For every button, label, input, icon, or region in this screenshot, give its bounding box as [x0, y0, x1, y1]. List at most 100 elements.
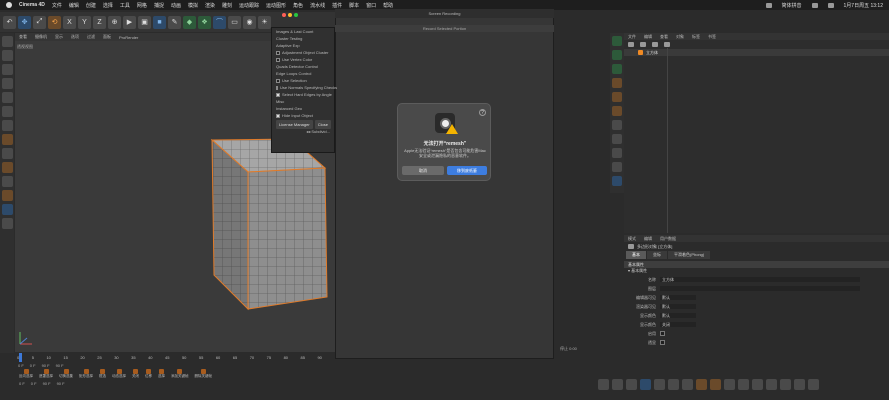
frame-field[interactable]: 0 F — [18, 363, 24, 368]
axis-x-icon[interactable]: X — [63, 15, 76, 29]
attribute-field[interactable]: 默认 — [660, 295, 696, 300]
light-icon[interactable]: ☀ — [258, 15, 271, 29]
dropdown-item[interactable]: Quads Detector Control — [272, 63, 334, 70]
tab-phong[interactable]: 平滑着色(Phong) — [668, 251, 711, 259]
menu-item[interactable]: 插件 — [332, 2, 342, 9]
array-icon[interactable]: ❖ — [198, 15, 211, 29]
tab-basic[interactable]: 基本 — [626, 251, 646, 259]
solo-icon[interactable] — [1, 204, 13, 215]
input-method[interactable]: 简体拼音 — [782, 2, 802, 9]
next-frame-icon[interactable] — [654, 378, 665, 390]
dropdown-item[interactable]: Use Selection — [272, 77, 334, 84]
subsection-header[interactable]: ▾ 基本属性 — [628, 268, 889, 274]
sphere-icon[interactable] — [612, 64, 622, 74]
rotation-key-icon[interactable] — [752, 378, 763, 390]
dropdown-item[interactable]: Cluster Testing — [272, 35, 334, 42]
render-icon[interactable]: ▶ — [123, 15, 136, 29]
menu-item[interactable]: 创建 — [86, 2, 96, 9]
deformer-icon[interactable]: ⌒ — [213, 15, 226, 29]
mograph-icon[interactable] — [612, 78, 622, 88]
checkbox-unchecked[interactable] — [276, 85, 278, 90]
checkbox-checked[interactable] — [276, 92, 280, 97]
zoom-window-icon[interactable] — [294, 13, 298, 17]
close-window-icon[interactable] — [282, 13, 286, 17]
clock[interactable]: 1月7日周五 13:12 — [844, 2, 883, 9]
go-end-icon[interactable] — [682, 378, 693, 390]
dynamics-icon[interactable] — [612, 134, 622, 144]
dropdown-item[interactable]: Select Hard Edges by Angle — [272, 91, 334, 98]
attributes-menu-item[interactable]: 编辑 — [644, 236, 652, 242]
shortcut-button[interactable]: 遮罩选择 — [37, 369, 55, 380]
menu-app-name[interactable]: Cinema 4D — [19, 2, 45, 8]
points-mode-icon[interactable] — [1, 64, 13, 75]
menu-item[interactable]: 脚本 — [349, 2, 359, 9]
object-row[interactable]: 立方体 — [624, 49, 889, 56]
record-icon[interactable] — [696, 378, 707, 390]
dropdown-item[interactable]: Adjustment Object Cluster — [272, 49, 334, 56]
xpresso-icon[interactable] — [612, 120, 622, 130]
frame-field[interactable]: 90 F — [56, 363, 64, 368]
expand-icon[interactable] — [664, 42, 670, 47]
viewport-menu-item[interactable]: 选项 — [71, 34, 79, 40]
menu-item[interactable]: 文件 — [52, 2, 62, 9]
menu-item[interactable]: 模拟 — [188, 2, 198, 9]
objects-menu-item[interactable]: 书签 — [708, 34, 716, 40]
planar-workplane-icon[interactable] — [1, 176, 13, 187]
go-start-icon[interactable] — [598, 378, 609, 390]
scale-key-icon[interactable] — [766, 378, 777, 390]
world-icon[interactable]: ⊕ — [108, 15, 121, 29]
viewport-menu-item[interactable]: ProRender — [119, 35, 138, 40]
rotate-icon[interactable]: ⟲ — [48, 15, 61, 29]
minimize-window-icon[interactable] — [288, 13, 292, 17]
dropdown-item[interactable]: Misc — [272, 98, 334, 105]
material-icon[interactable] — [612, 50, 622, 60]
undo-icon[interactable]: ↶ — [3, 15, 16, 29]
menu-item[interactable]: 捕捉 — [154, 2, 164, 9]
cube-icon[interactable]: ■ — [153, 15, 166, 29]
shortcut-button[interactable]: 框选 — [97, 369, 108, 380]
model-mode-icon[interactable] — [1, 36, 13, 47]
prev-frame-icon[interactable] — [626, 378, 637, 390]
status-field[interactable]: 0 F — [19, 381, 25, 386]
menu-item[interactable]: 渲染 — [205, 2, 215, 9]
shortcut-button[interactable]: 关闭 — [130, 369, 141, 380]
menu-item[interactable]: 工具 — [120, 2, 130, 9]
prev-key-icon[interactable] — [612, 378, 623, 390]
workplane-icon[interactable] — [1, 148, 13, 159]
dropdown-item[interactable]: Adaptive Exp — [272, 42, 334, 49]
status-field[interactable]: 90 F — [57, 381, 65, 386]
help-icon[interactable]: ? — [479, 109, 486, 116]
status-icon[interactable] — [765, 2, 772, 8]
shortcut-button[interactable]: 添加关键帧 — [169, 369, 191, 380]
menu-item[interactable]: 动画 — [171, 2, 181, 9]
param-key-icon[interactable] — [780, 378, 791, 390]
timeline-window-icon[interactable] — [808, 378, 819, 390]
checkbox-checked[interactable] — [276, 113, 280, 118]
polygons-mode-icon[interactable] — [1, 92, 13, 103]
menu-item[interactable]: 选择 — [103, 2, 113, 9]
dropdown-item[interactable]: Use Normals Specifying Checks — [272, 84, 337, 91]
keyframe-selection-icon[interactable] — [724, 378, 735, 390]
attributes-menu-item[interactable]: 模式 — [628, 236, 636, 242]
shortcut-button[interactable]: 反向选择 — [17, 369, 35, 380]
dropdown-item[interactable]: Hide Input Object — [272, 112, 334, 119]
dropdown-item[interactable]: Edge Loops Control — [272, 70, 334, 77]
checkbox-unchecked[interactable] — [276, 57, 280, 62]
objects-menu-item[interactable]: 对象 — [676, 34, 684, 40]
texture-mode-icon[interactable] — [1, 50, 13, 61]
menu-item[interactable]: 窗口 — [366, 2, 376, 9]
floor-icon[interactable]: ▭ — [228, 15, 241, 29]
attribute-field[interactable]: 关闭 — [660, 322, 696, 327]
menu-item[interactable]: 帮助 — [383, 2, 393, 9]
shortcut-button[interactable]: 切换选集 — [57, 369, 75, 380]
effector-icon[interactable] — [612, 92, 622, 102]
next-key-icon[interactable] — [668, 378, 679, 390]
menu-item[interactable]: 运动图形 — [266, 2, 286, 9]
frame-field[interactable]: 90 F — [42, 363, 50, 368]
attribute-field[interactable]: 默认 — [660, 313, 696, 318]
playhead[interactable] — [19, 353, 22, 362]
menu-item[interactable]: 角色 — [293, 2, 303, 9]
shortcut-button[interactable]: 动态选择 — [110, 369, 128, 380]
sculpt-icon[interactable] — [612, 162, 622, 172]
folder-icon[interactable] — [612, 176, 622, 186]
